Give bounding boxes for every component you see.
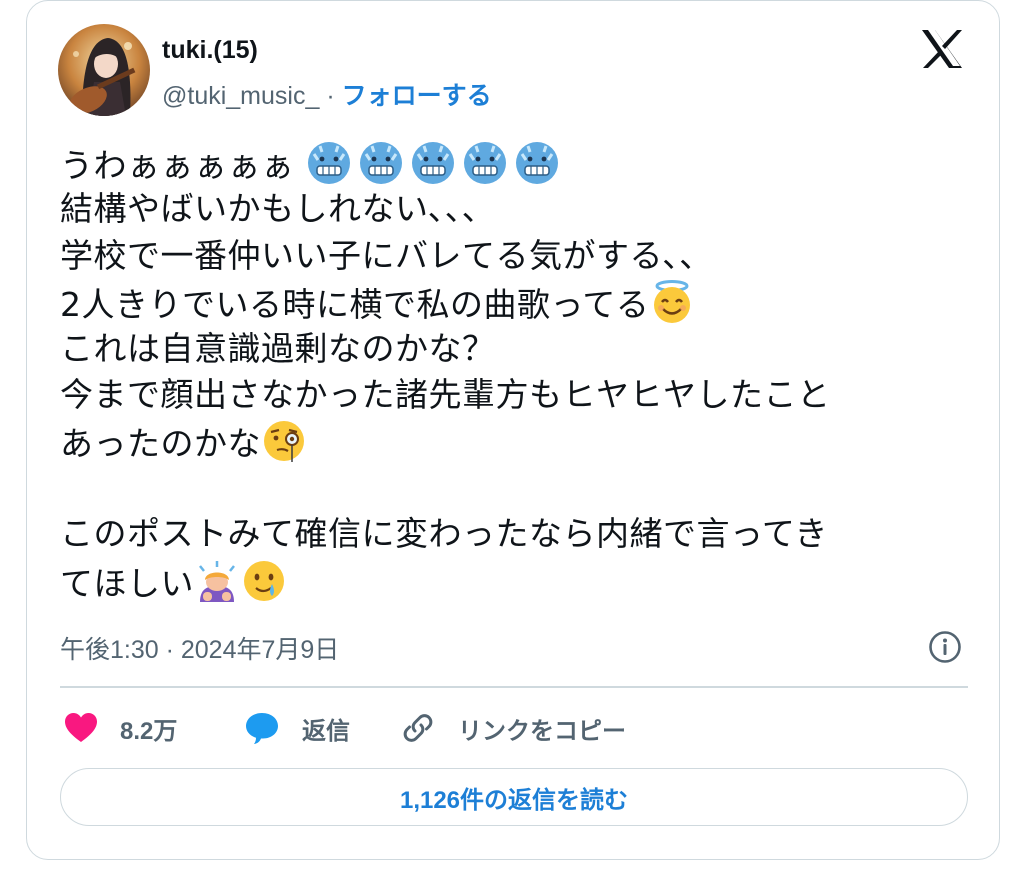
follow-button[interactable]: フォローする	[342, 82, 492, 110]
smiling-face-with-tear-icon	[244, 560, 284, 601]
cold-face-icon	[359, 142, 402, 184]
cold-face-icon	[463, 142, 506, 184]
heart-icon	[65, 713, 97, 742]
tweet-line: あったのかな	[60, 418, 970, 464]
tweet-line: てほしい	[60, 558, 970, 604]
like-button[interactable]: 8.2万	[64, 706, 177, 750]
author-name[interactable]: tuki.(15)	[162, 36, 258, 65]
smiling-face-with-halo-icon	[654, 280, 691, 324]
author-avatar[interactable]	[58, 24, 150, 116]
reply-label: 返信	[302, 717, 350, 745]
like-count: 8.2万	[120, 717, 178, 745]
handle-separator: ·	[319, 82, 342, 110]
cold-face-icon	[411, 142, 454, 184]
tweet-line-text: てほしい	[60, 563, 194, 603]
tweet-line: 今まで顔出さなかった諸先輩方もヒヤヒヤしたこと	[60, 374, 831, 414]
tweet-line	[60, 465, 970, 511]
tweet-line: 結構やばいかもしれない､､､	[60, 189, 480, 229]
x-logo-icon[interactable]	[920, 28, 964, 70]
speech-bubble-icon	[246, 713, 278, 744]
copy-link-label: リンクをコピー	[458, 717, 626, 745]
reply-button[interactable]: 返信	[244, 706, 350, 750]
author-handle-row: @tuki_music_ · フォローする	[162, 76, 492, 112]
tweet-line: これは自意識過剰なのかな？	[60, 328, 496, 368]
copy-link-button[interactable]: リンクをコピー	[400, 706, 626, 750]
cold-face-emoji-group	[295, 142, 566, 185]
link-icon	[403, 714, 433, 742]
author-handle[interactable]: @tuki_music_	[162, 82, 319, 110]
tweet-timestamp[interactable]: 午後1:30 · 2024年7月9日	[60, 630, 339, 666]
tweet-line: うわぁぁぁぁぁ	[60, 140, 970, 186]
tweet-text: うわぁぁぁぁぁ 結構やばいかもしれない､､､ 学校で一番仲いい子にバレてる気がす…	[60, 140, 970, 604]
cold-face-icon	[307, 142, 350, 184]
tweet-line-text: うわぁぁぁぁぁ	[60, 146, 295, 185]
tweet-line-text: 2人きりでいる時に横で私の曲歌ってる	[60, 285, 650, 325]
tweet-line-text: あったのかな	[60, 424, 261, 464]
tweet-line: 学校で一番仲いい子にバレてる気がする､､	[60, 235, 697, 275]
divider	[60, 686, 968, 688]
cold-face-icon	[515, 142, 558, 184]
info-icon[interactable]	[928, 630, 962, 664]
person-bowing-icon	[199, 560, 235, 602]
tweet-line: 2人きりでいる時に横で私の曲歌ってる	[60, 279, 970, 325]
read-replies-button[interactable]: 1,126件の返信を読む	[60, 768, 968, 826]
tweet-line: このポストみて確信に変わったなら内緒で言ってき	[60, 514, 828, 554]
face-with-monocle-icon	[264, 421, 304, 463]
